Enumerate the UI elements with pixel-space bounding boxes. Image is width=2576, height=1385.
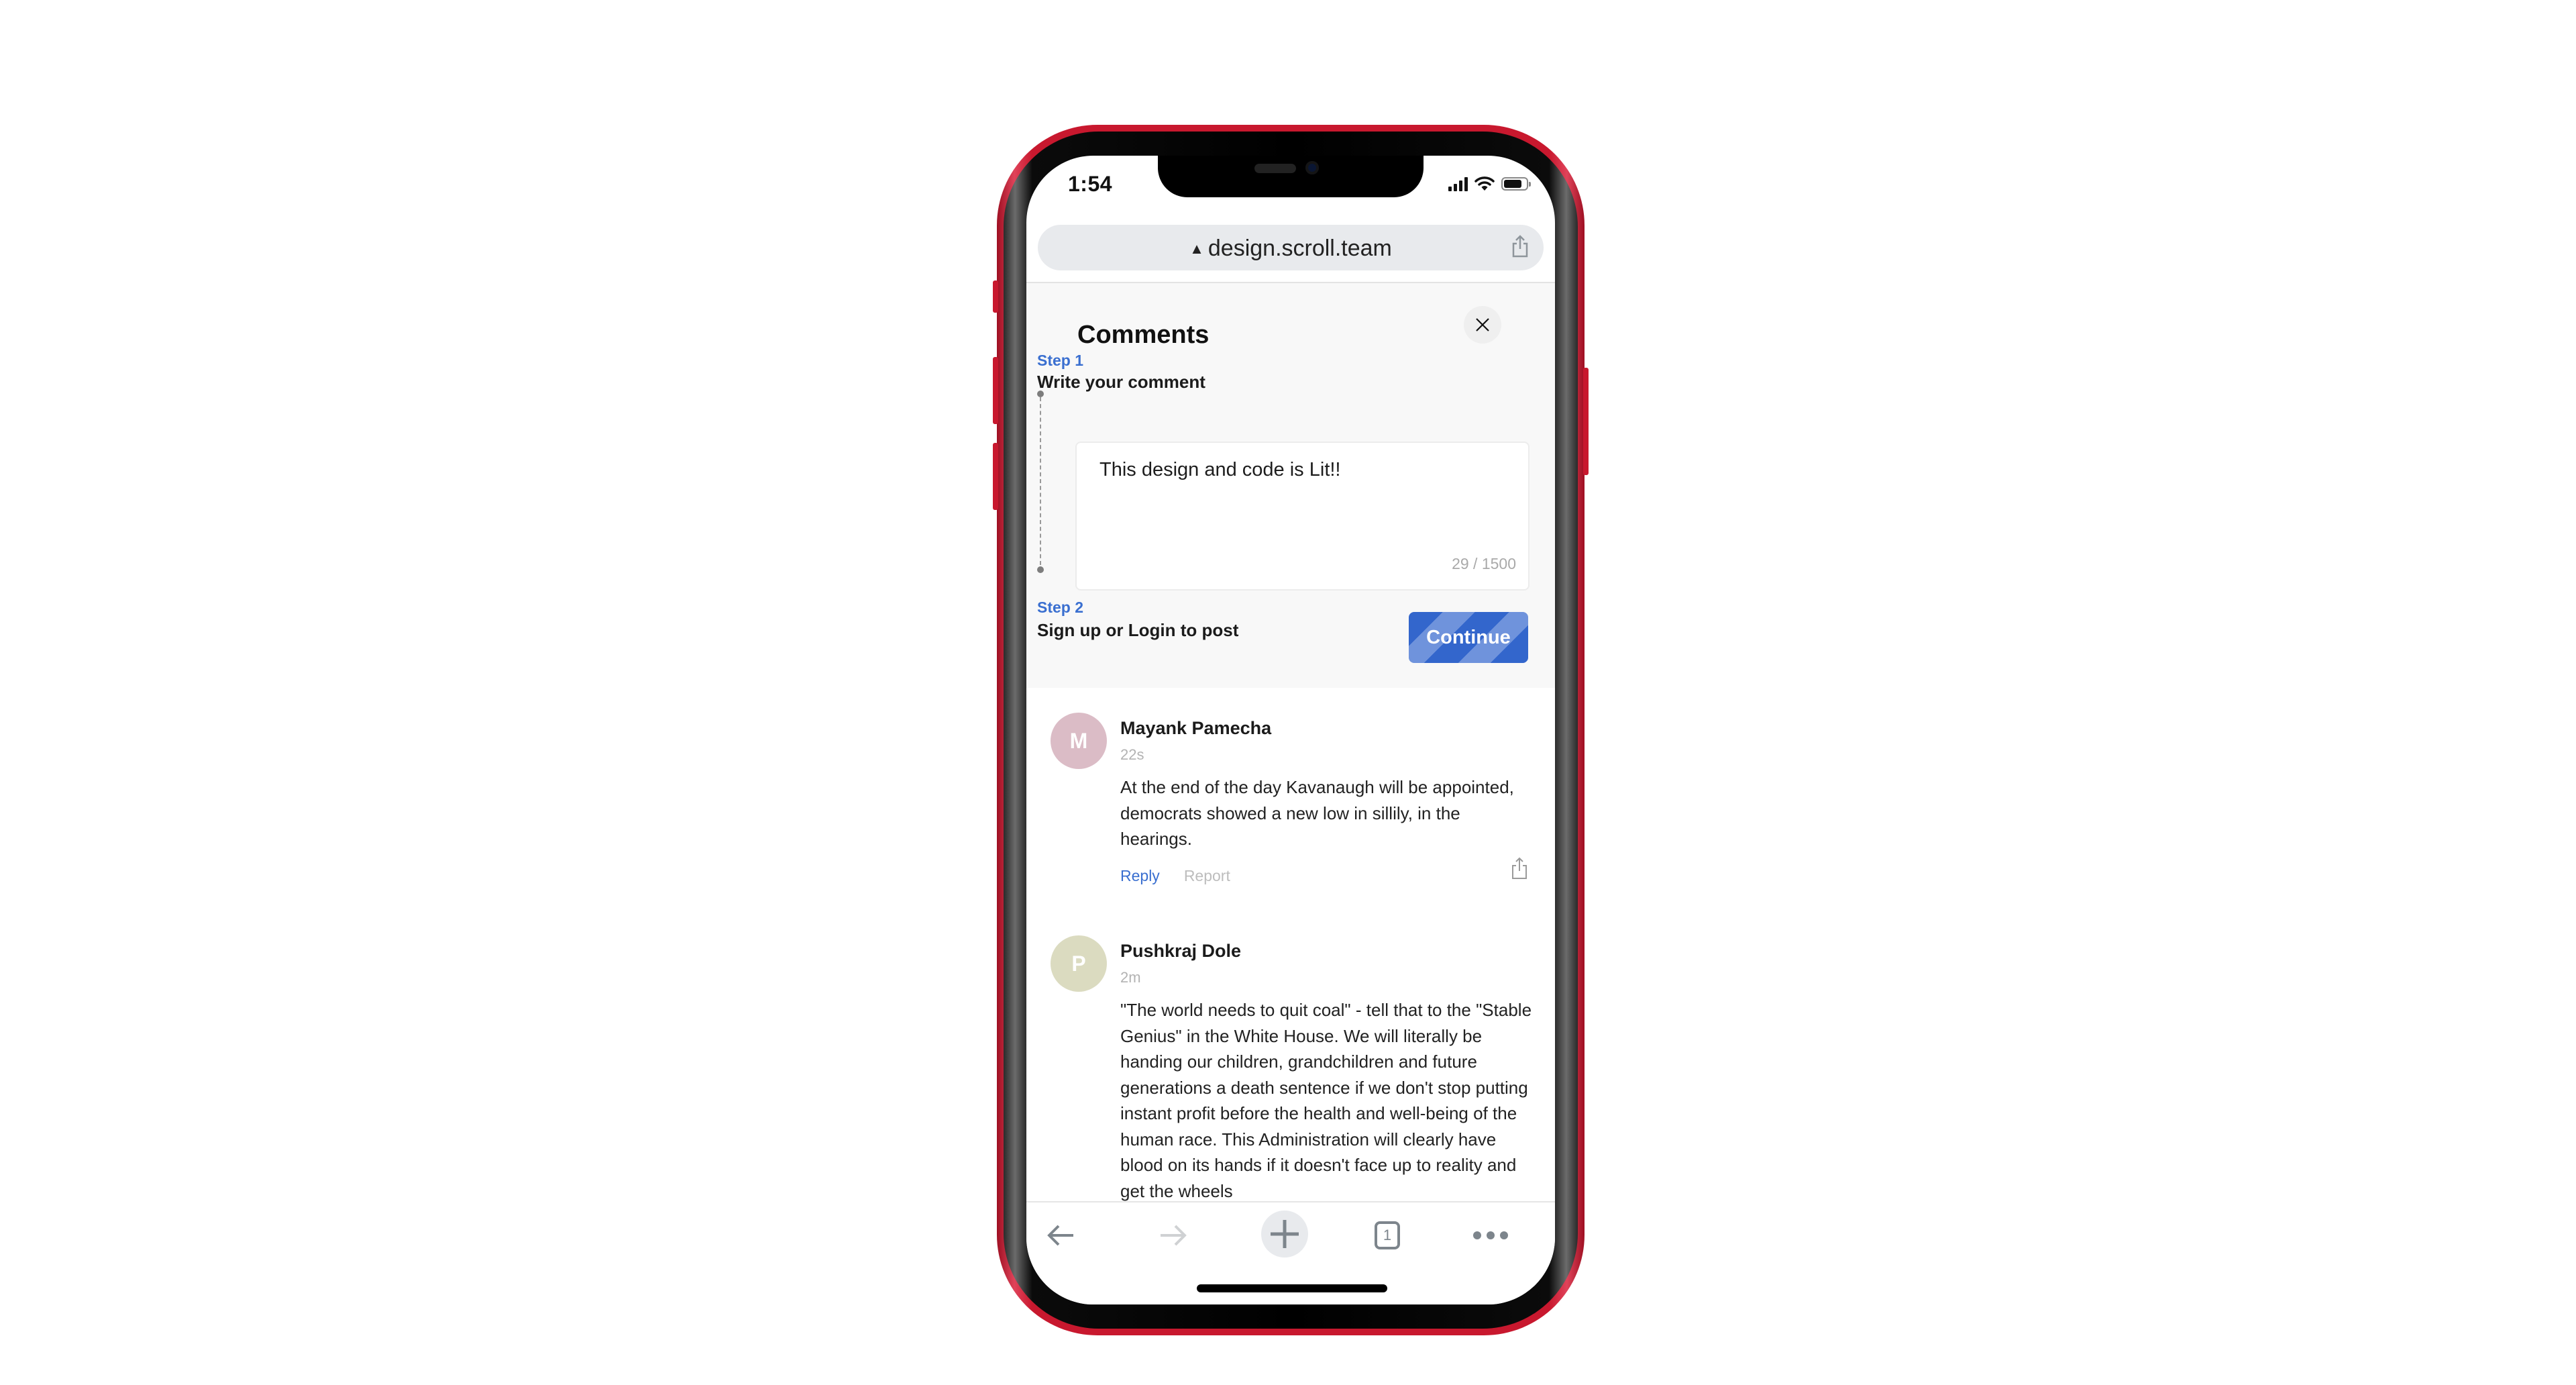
step2-label: Step 2 (1037, 599, 1084, 616)
comment-text-value: This design and code is Lit!! (1099, 459, 1341, 480)
tabs-button[interactable]: 1 (1371, 1219, 1403, 1252)
more-button[interactable] (1469, 1219, 1512, 1252)
comment-time: 22s (1120, 746, 1144, 763)
phone-screen: 1:54 ▲ design.scroll.team Comments Step 1 (1026, 156, 1555, 1304)
battery-icon (1501, 177, 1531, 191)
reply-link[interactable]: Reply (1120, 867, 1160, 884)
cellular-signal-icon (1448, 176, 1468, 191)
share-icon[interactable] (1511, 234, 1529, 258)
timeline-dot (1037, 566, 1044, 573)
status-time: 1:54 (1068, 172, 1113, 196)
plus-icon (1271, 1220, 1299, 1248)
comment-body: At the end of the day Kavanaugh will be … (1120, 777, 1514, 849)
comment-author: Mayank Pamecha (1120, 718, 1272, 738)
comment-author: Pushkraj Dole (1120, 941, 1242, 961)
report-link[interactable]: Report (1184, 867, 1230, 884)
power-button (1583, 368, 1589, 475)
avatar: M (1051, 713, 1107, 769)
url-display[interactable]: ▲ design.scroll.team (1038, 236, 1544, 262)
timeline-line (1040, 397, 1041, 565)
comment-body: "The world needs to quit coal" - tell th… (1120, 1000, 1532, 1201)
panel-title: Comments (1077, 321, 1210, 349)
new-tab-button[interactable] (1261, 1211, 1308, 1258)
forward-button[interactable] (1154, 1219, 1191, 1252)
home-indicator[interactable] (1197, 1284, 1387, 1292)
step1-label: Step 1 (1037, 352, 1084, 369)
step-timeline (1037, 391, 1044, 573)
avatar: P (1051, 935, 1107, 992)
wifi-icon (1474, 176, 1495, 191)
status-icons (1448, 176, 1531, 192)
comment-textarea[interactable]: This design and code is Lit!! 29 / 1500 (1075, 442, 1529, 591)
step1-title: Write your comment (1037, 372, 1205, 392)
tab-count: 1 (1375, 1221, 1400, 1249)
back-button[interactable] (1042, 1219, 1080, 1252)
speaker (1254, 164, 1296, 173)
step2-title: Sign up or Login to post (1037, 620, 1239, 640)
continue-button[interactable]: Continue (1409, 612, 1528, 663)
comments-compose-panel: Comments Step 1 Write your comment This … (1026, 283, 1555, 688)
more-dots-icon (1473, 1231, 1508, 1239)
url-text: design.scroll.team (1208, 236, 1392, 261)
timeline-dot (1037, 391, 1044, 397)
arrow-left-icon (1047, 1225, 1073, 1246)
notch (1158, 156, 1424, 197)
silent-switch (993, 280, 998, 313)
comment-actions: Reply Report (1120, 867, 1230, 885)
volume-down-button (993, 443, 998, 510)
character-counter: 29 / 1500 (1452, 555, 1516, 572)
address-bar[interactable]: ▲ design.scroll.team (1038, 225, 1544, 270)
front-camera (1305, 161, 1319, 174)
close-icon (1476, 318, 1489, 331)
warning-triangle-icon: ▲ (1189, 240, 1204, 257)
comment-time: 2m (1120, 969, 1141, 986)
share-icon[interactable] (1511, 856, 1528, 880)
volume-up-button (993, 357, 998, 424)
close-button[interactable] (1464, 306, 1501, 344)
arrow-right-icon (1161, 1225, 1187, 1246)
